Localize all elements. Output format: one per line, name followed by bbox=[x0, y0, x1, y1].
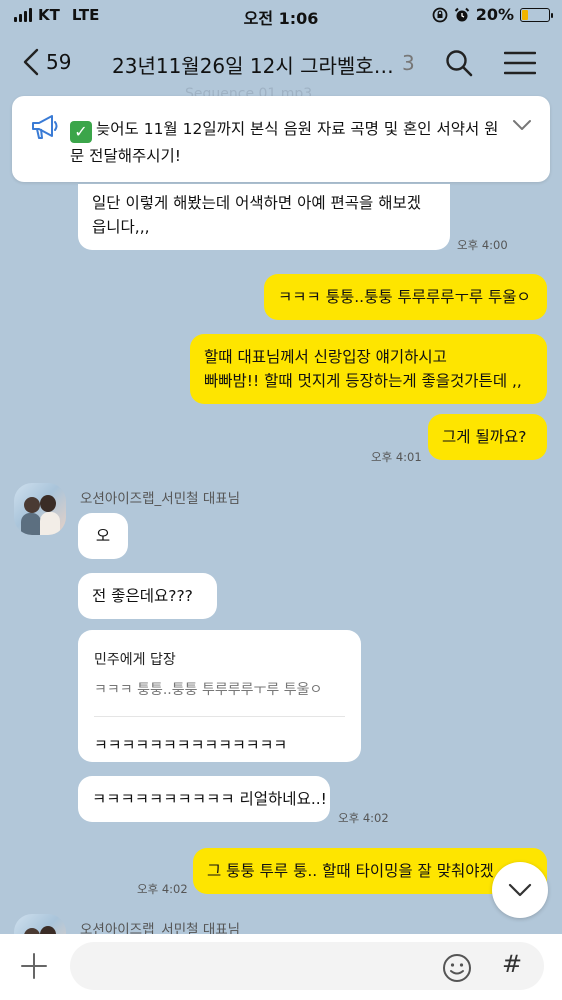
emoji-icon[interactable] bbox=[442, 953, 472, 983]
message-bubble-incoming[interactable]: ㅋㅋㅋㅋㅋㅋㅋㅋㅋㅋ 리얼하네요..! bbox=[78, 776, 330, 822]
notice-message: 늦어도 11월 12일까지 본식 음원 자료 곡명 및 혼인 서약서 원문 전달… bbox=[70, 120, 499, 165]
scroll-to-bottom-button[interactable] bbox=[492, 862, 548, 918]
message-bubble-outgoing[interactable]: 그게 될까요? bbox=[428, 414, 547, 460]
message-text: 오 bbox=[95, 527, 111, 545]
message-text: ㅋㅋㅋ 퉁퉁..퉁퉁 투루루루ㅜ루 투울ㅇ bbox=[278, 288, 531, 306]
plus-icon[interactable] bbox=[20, 952, 48, 980]
battery-percent: 20% bbox=[475, 5, 514, 24]
member-count: 3 bbox=[402, 51, 415, 75]
megaphone-icon bbox=[32, 115, 58, 139]
status-icons: 20% bbox=[432, 5, 553, 24]
chevron-down-icon bbox=[508, 883, 532, 897]
message-input-bar: # bbox=[0, 934, 562, 1000]
battery-icon bbox=[520, 7, 553, 22]
notice-banner[interactable]: ✓ 늦어도 11월 12일까지 본식 음원 자료 곡명 및 혼인 서약서 원문 전… bbox=[12, 96, 550, 182]
reply-to-label: 민주에게 답장 bbox=[94, 652, 176, 668]
message-timestamp: 오후 4:02 bbox=[137, 882, 188, 896]
chevron-left-icon bbox=[23, 48, 39, 76]
reply-message-bubble[interactable]: 민주에게 답장 ㅋㅋㅋ 퉁퉁..퉁퉁 투루루루ㅜ루 투울ㅇ ㅋㅋㅋㅋㅋㅋㅋㅋㅋㅋ… bbox=[78, 630, 361, 762]
message-text: ㅋㅋㅋㅋㅋㅋㅋㅋㅋㅋ 리얼하네요..! bbox=[92, 790, 327, 808]
message-text-line: 읍니다,,, bbox=[92, 218, 150, 236]
reply-quote-text: ㅋㅋㅋ 퉁퉁..퉁퉁 투루루루ㅜ루 투울ㅇ bbox=[94, 682, 323, 698]
battery-level bbox=[522, 9, 528, 20]
alarm-icon bbox=[454, 7, 469, 21]
message-text-line: 할때 대표님께서 신랑입장 얘기하시고 bbox=[204, 348, 447, 366]
message-text-line: 빠빠밤!! 할때 멋지게 등장하는게 좋을것가튼데 ,, bbox=[204, 372, 522, 390]
chat-header: 59 23년11월26일 12시 그라벨호… 3 Sequence 01.mp3 bbox=[0, 34, 562, 102]
message-timestamp: 오후 4:00 bbox=[457, 238, 508, 252]
notice-text: ✓ 늦어도 11월 12일까지 본식 음원 자료 곡명 및 혼인 서약서 원문 전… bbox=[70, 116, 500, 169]
chat-title[interactable]: 23년11월26일 12시 그라벨호… bbox=[112, 50, 394, 79]
search-icon[interactable] bbox=[444, 48, 474, 78]
message-text-line: 일단 이렇게 해봤는데 어색하면 아예 편곡을 해보겠 bbox=[92, 194, 422, 212]
message-bubble-incoming[interactable]: 일단 이렇게 해봤는데 어색하면 아예 편곡을 해보겠 읍니다,,, bbox=[78, 184, 450, 250]
checkmark-icon: ✓ bbox=[70, 121, 92, 143]
message-input[interactable] bbox=[70, 942, 544, 990]
hash-icon[interactable]: # bbox=[502, 950, 522, 978]
sender-name: 오션아이즈랩_서민철 대표님 bbox=[80, 491, 241, 507]
message-timestamp: 오후 4:01 bbox=[371, 450, 422, 464]
message-timestamp: 오후 4:02 bbox=[338, 811, 389, 825]
chevron-down-icon[interactable] bbox=[512, 118, 532, 132]
message-text: 그 퉁퉁 투루 퉁.. 할때 타이밍을 잘 맞춰야겠 bbox=[207, 862, 494, 880]
reply-divider bbox=[94, 716, 345, 717]
message-bubble-outgoing[interactable]: 할때 대표님께서 신랑입장 얘기하시고 빠빠밤!! 할때 멋지게 등장하는게 좋… bbox=[190, 334, 547, 404]
back-button[interactable]: 59 bbox=[22, 48, 71, 76]
unread-count: 59 bbox=[46, 50, 72, 74]
message-bubble-incoming[interactable]: 오 bbox=[78, 513, 128, 559]
message-text: 그게 될까요? bbox=[442, 428, 527, 446]
rotation-lock-icon bbox=[432, 7, 448, 22]
message-text: ㅋㅋㅋㅋㅋㅋㅋㅋㅋㅋㅋㅋㅋㅋ bbox=[94, 736, 288, 754]
menu-icon[interactable] bbox=[504, 50, 536, 76]
message-bubble-outgoing[interactable]: ㅋㅋㅋ 퉁퉁..퉁퉁 투루루루ㅜ루 투울ㅇ bbox=[264, 274, 547, 320]
message-bubble-incoming[interactable]: 전 좋은데요??? bbox=[78, 573, 217, 619]
message-text: 전 좋은데요??? bbox=[92, 587, 193, 605]
sender-avatar[interactable] bbox=[14, 483, 66, 535]
status-bar: KT LTE 오전 1:06 20% bbox=[0, 0, 562, 32]
